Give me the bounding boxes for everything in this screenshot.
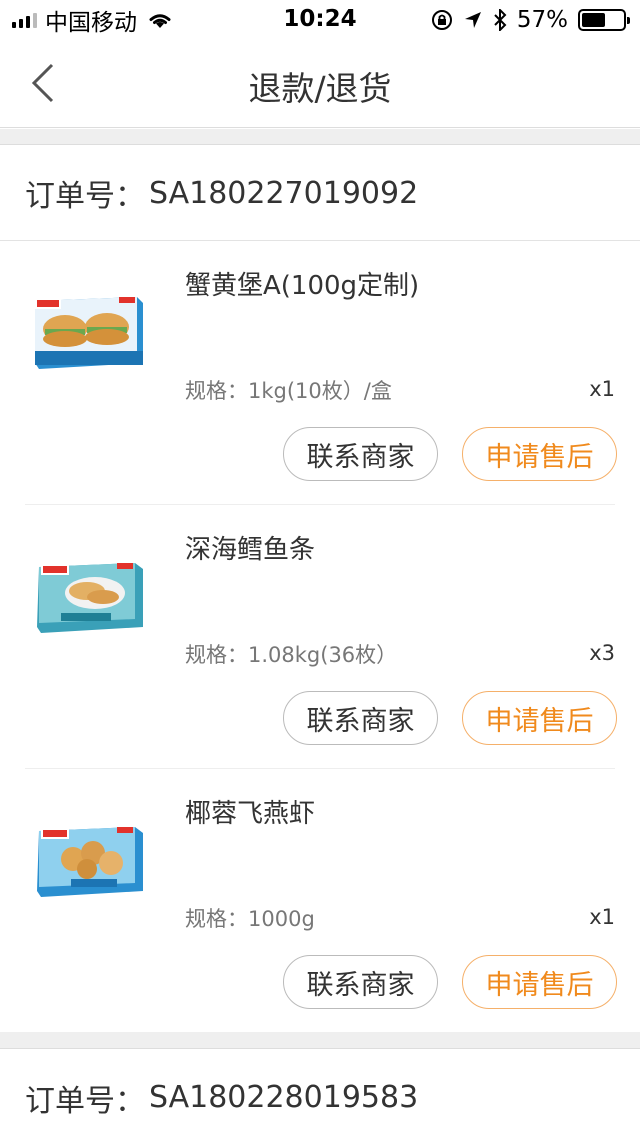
page-title: 退款/退货 xyxy=(248,69,392,108)
product-name: 深海鳕鱼条 xyxy=(185,535,316,565)
order-card: 订单号： SA180228019583 xyxy=(0,1050,640,1145)
battery-icon xyxy=(578,9,630,31)
contact-seller-button[interactable]: 联系商家 xyxy=(283,955,438,1009)
nav-bar: 退款/退货 xyxy=(0,40,640,128)
product-name: 蟹黄堡A(100g定制) xyxy=(185,271,420,301)
status-right: 57% xyxy=(431,6,630,34)
order-header: 订单号： SA180227019092 xyxy=(0,146,640,241)
order-number: SA180228019583 xyxy=(149,1080,419,1115)
contact-seller-button[interactable]: 联系商家 xyxy=(283,427,438,481)
product-spec: 规格：1000g xyxy=(185,907,315,931)
order-item[interactable]: 椰蓉飞燕虾 规格：1000g x1 联系商家 申请售后 xyxy=(25,769,617,1033)
order-item[interactable]: 蟹黄堡A(100g定制) 规格：1kg(10枚）/盒 x1 联系商家 申请售后 xyxy=(25,241,617,505)
apply-after-sale-button[interactable]: 申请售后 xyxy=(462,955,617,1009)
order-item[interactable]: 深海鳕鱼条 规格：1.08kg(36枚） x3 联系商家 申请售后 xyxy=(25,505,617,769)
order-number: SA180227019092 xyxy=(149,175,419,211)
apply-after-sale-button[interactable]: 申请售后 xyxy=(462,427,617,481)
order-header: 订单号： SA180228019583 xyxy=(0,1050,640,1145)
contact-seller-button[interactable]: 联系商家 xyxy=(283,691,438,745)
crab-burger-package-image xyxy=(35,297,143,369)
order-number-label: 订单号： xyxy=(25,179,145,214)
cod-fish-strips-package-image xyxy=(37,563,143,633)
battery-fill xyxy=(582,13,605,27)
status-bar: 中国移动 10:24 57% xyxy=(0,0,640,40)
order-number-label: 订单号： xyxy=(25,1083,145,1119)
product-name: 椰蓉飞燕虾 xyxy=(185,799,316,829)
product-quantity: x1 xyxy=(589,905,615,929)
order-card: 订单号： SA180227019092 蟹黄堡A(100g定制) 规格：1kg(… xyxy=(0,146,640,1033)
orientation-lock-icon xyxy=(431,10,452,30)
product-quantity: x1 xyxy=(589,377,615,401)
apply-after-sale-button[interactable]: 申请售后 xyxy=(462,691,617,745)
battery-percent: 57% xyxy=(516,7,568,33)
product-spec: 规格：1.08kg(36枚） xyxy=(185,643,398,667)
coconut-shrimp-package-image xyxy=(37,827,143,897)
bluetooth-icon xyxy=(494,9,507,31)
product-spec: 规格：1kg(10枚）/盒 xyxy=(185,379,392,403)
section-divider xyxy=(0,129,640,145)
product-quantity: x3 xyxy=(589,641,615,665)
section-divider xyxy=(0,1032,640,1049)
location-icon xyxy=(464,12,481,28)
